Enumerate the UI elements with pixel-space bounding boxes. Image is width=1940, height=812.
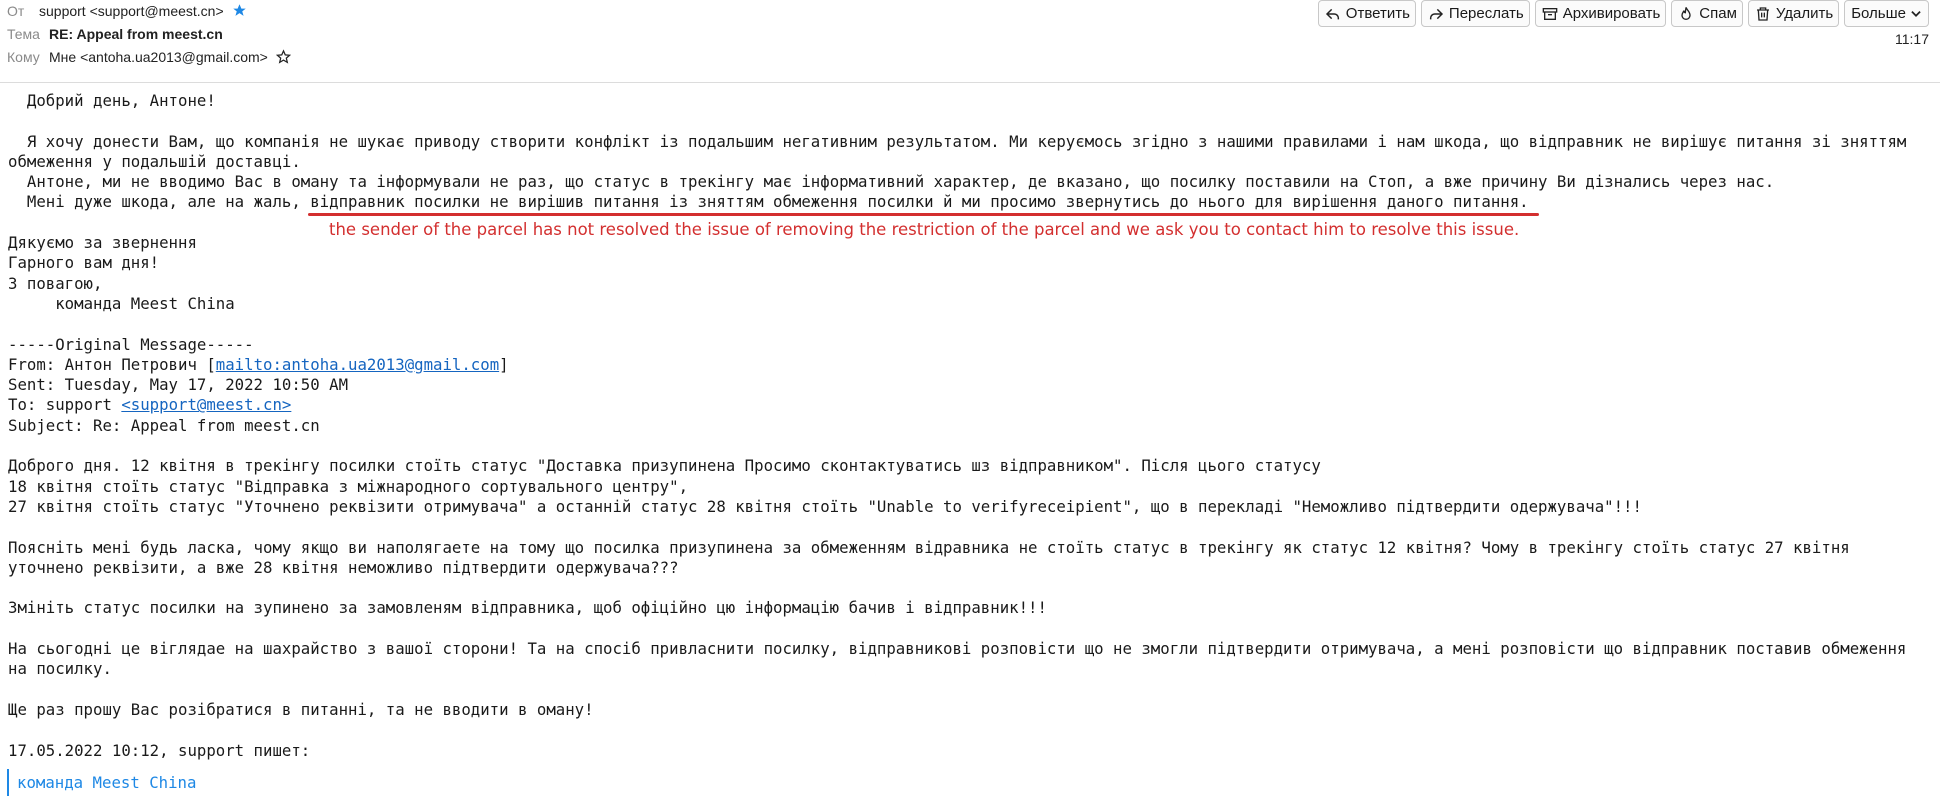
signature-team: команда Meest China (55, 293, 235, 313)
quoted-block: команда Meest China (7, 769, 196, 796)
star-filled-icon[interactable] (232, 3, 247, 21)
chevron-down-icon (1911, 10, 1921, 17)
quoted-line-3: 27 квітня стоїть статус "Уточнено реквіз… (8, 496, 1642, 516)
more-label: Больше (1851, 5, 1906, 22)
original-sent: Sent: Tuesday, May 17, 2022 10:50 AM (8, 375, 349, 395)
forward-label: Переслать (1448, 5, 1524, 22)
from-value[interactable]: support <support@meest.cn> (39, 3, 247, 21)
trash-icon (1756, 6, 1769, 21)
message-time: 11:17 (1895, 31, 1929, 47)
subject-label: Тема (7, 26, 40, 42)
quoted-paragraph-change-status: Змініть статус посилки на зупинено за за… (8, 598, 1047, 618)
translation-annotation: the sender of the parcel has not resolve… (329, 220, 1520, 239)
quoted-line-2: 18 квітня стоїть статус "Відправка з між… (8, 476, 689, 496)
quoted-paragraph-request: Ще раз прошу Вас розібратися в питанні, … (8, 699, 594, 719)
archive-label: Архивировать (1562, 5, 1661, 22)
delete-button[interactable]: Удалить (1747, 0, 1840, 27)
reply-label: Ответить (1345, 5, 1410, 22)
red-underline (308, 212, 1539, 216)
original-to: To: support <support@meest.cn> (8, 395, 292, 415)
original-subject: Subject: Re: Appeal from meest.cn (8, 415, 320, 435)
recipient-address[interactable]: Мне <antoha.ua2013@gmail.com> (49, 49, 268, 65)
signature-regards: З повагою, (8, 273, 103, 293)
paragraph-1: Я хочу донести Вам, що компанія не шукає… (8, 131, 1916, 171)
header-divider (0, 82, 1940, 83)
spam-label: Спам (1699, 5, 1737, 22)
spam-icon (1681, 6, 1691, 20)
archive-icon (1542, 7, 1558, 20)
spam-button[interactable]: Спам (1671, 0, 1743, 27)
reply-button[interactable]: Ответить (1317, 0, 1416, 27)
original-from: From: Антон Петрович [mailto:antoha.ua20… (8, 354, 509, 374)
quoted-paragraph-fraud: На сьогодні це віглядае на шахрайство з … (8, 639, 1916, 679)
subject-value: RE: Appeal from meest.cn (49, 26, 223, 42)
greeting: Добрий день, Антоне! (26, 91, 216, 110)
delete-label: Удалить (1775, 5, 1834, 22)
message-body: Добрий день, Антоне! Я хочу донести Вам,… (8, 91, 1928, 761)
message-toolbar: Ответить Переслать Архивировать Спам Уда… (1317, 0, 1929, 27)
original-message-separator: -----Original Message----- (8, 334, 254, 354)
to-label: Кому (7, 49, 40, 65)
mailto-link[interactable]: mailto:antoha.ua2013@gmail.com (216, 355, 499, 374)
sender-address[interactable]: support <support@meest.cn> (39, 3, 224, 19)
to-value[interactable]: Мне <antoha.ua2013@gmail.com> (49, 49, 291, 67)
support-email-link[interactable]: <support@meest.cn> (121, 395, 291, 414)
forward-icon (1429, 8, 1443, 19)
from-label: От (7, 3, 25, 19)
paragraph-3: Мені дуже шкода, але на жаль, відправник… (8, 192, 1928, 216)
forward-button[interactable]: Переслать (1420, 0, 1530, 27)
paragraph-2: Антоне, ми не вводимо Вас в оману та інф… (26, 172, 1775, 192)
quoted-paragraph-question: Поясніть мені будь ласка, чому якщо ви н… (8, 537, 1860, 577)
star-outline-icon[interactable] (275, 49, 291, 67)
email-view: От support <support@meest.cn> Тема RE: A… (0, 0, 1940, 812)
reply-icon (1325, 8, 1339, 19)
more-button[interactable]: Больше (1844, 0, 1929, 27)
quoted-line-1: Доброго дня. 12 квітня в трекінгу посилк… (8, 456, 1321, 476)
quoted-signature: команда Meest China (17, 773, 197, 792)
signature-wish: Гарного вам дня! (8, 253, 160, 273)
highlighted-sentence: відправник посилки не вирішив питання із… (308, 192, 1539, 216)
quote-attribution: 17.05.2022 10:12, support пишет: (8, 740, 311, 760)
archive-button[interactable]: Архивировать (1534, 0, 1667, 27)
